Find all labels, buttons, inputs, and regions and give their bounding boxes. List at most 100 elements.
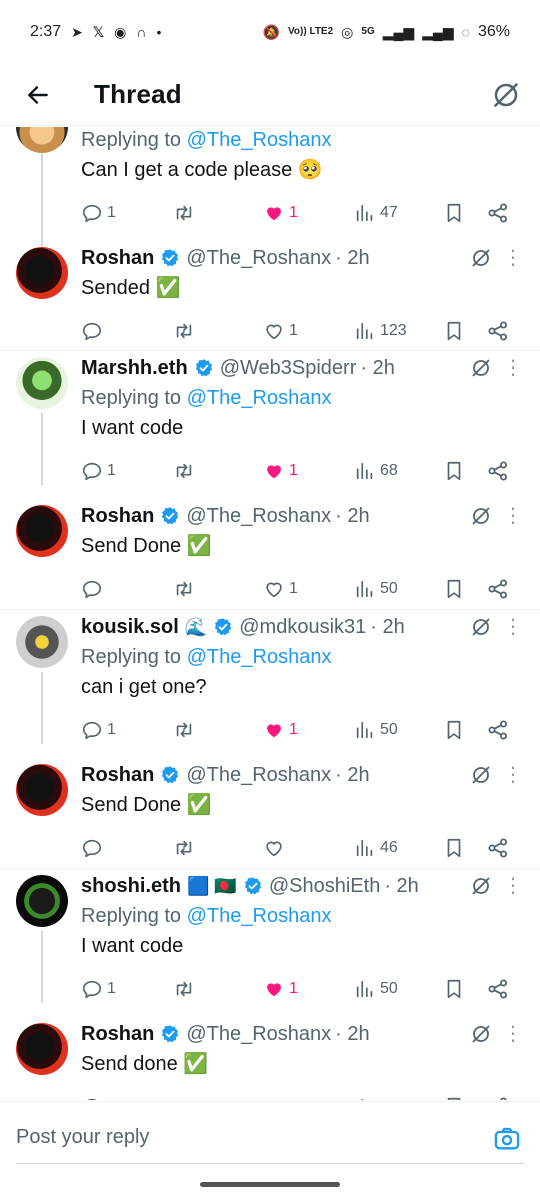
tweet[interactable]: Roshan @The_Roshanx · 2h Send Done ✅ 46 ⋮ — [0, 758, 540, 868]
grok-button[interactable] — [486, 75, 526, 115]
bookmark-button[interactable] — [443, 977, 487, 1001]
mention-link[interactable]: @The_Roshanx — [187, 905, 332, 927]
tweet[interactable]: Replying to @The_Roshanx Can I get a code… — [0, 127, 540, 259]
reply-button[interactable] — [81, 578, 172, 600]
mention-link[interactable]: @The_Roshanx — [187, 387, 332, 409]
share-button[interactable] — [486, 577, 526, 601]
thread-feed[interactable]: Replying to @The_Roshanx Can I get a code… — [0, 127, 540, 1100]
avatar[interactable] — [16, 616, 68, 668]
views-button[interactable]: 50 — [354, 978, 443, 1000]
author-handle[interactable]: @The_Roshanx — [186, 1023, 331, 1046]
bookmark-button[interactable] — [443, 577, 487, 601]
repost-button[interactable] — [172, 578, 263, 600]
reply-button[interactable] — [81, 1096, 172, 1100]
like-button[interactable]: 1 — [263, 578, 354, 600]
reply-button[interactable]: 1 — [81, 460, 172, 482]
reply-button[interactable]: 1 — [81, 202, 172, 224]
tweet[interactable]: Roshan @The_Roshanx · 2h Sended ✅ 1 123 ⋮ — [0, 241, 540, 350]
avatar[interactable] — [16, 1023, 68, 1075]
author-name[interactable]: Roshan — [81, 764, 154, 787]
repost-button[interactable] — [172, 837, 263, 859]
grok-button[interactable] — [468, 1021, 494, 1047]
share-button[interactable] — [486, 319, 526, 343]
more-options-button[interactable]: ⋮ — [500, 873, 526, 899]
more-options-button[interactable]: ⋮ — [500, 245, 526, 271]
bookmark-button[interactable] — [443, 319, 487, 343]
avatar[interactable] — [16, 127, 68, 153]
views-button[interactable]: 47 — [354, 202, 443, 224]
repost-button[interactable] — [172, 719, 263, 741]
views-button[interactable]: 50 — [354, 578, 443, 600]
avatar[interactable] — [16, 764, 68, 816]
views-button[interactable]: 123 — [354, 320, 443, 342]
back-button[interactable] — [12, 69, 64, 121]
camera-button[interactable] — [492, 1124, 522, 1154]
grok-button[interactable] — [468, 503, 494, 529]
avatar[interactable] — [16, 357, 68, 409]
share-button[interactable] — [486, 201, 526, 225]
share-button[interactable] — [486, 977, 526, 1001]
tweet[interactable]: Roshan @The_Roshanx · 2h Send Done ✅ 1 50 ⋮ — [0, 499, 540, 609]
mention-link[interactable]: @The_Roshanx — [187, 646, 332, 668]
avatar[interactable] — [16, 247, 68, 299]
reply-button[interactable]: 1 — [81, 978, 172, 1000]
author-handle[interactable]: @mdkousik31 — [239, 616, 366, 639]
more-options-button[interactable]: ⋮ — [500, 762, 526, 788]
more-options-button[interactable]: ⋮ — [500, 614, 526, 640]
like-button[interactable]: 1 — [263, 978, 354, 1000]
author-handle[interactable]: @Web3Spiderr — [220, 357, 357, 380]
author-name[interactable]: Roshan — [81, 247, 154, 270]
author-name[interactable]: shoshi.eth — [81, 875, 181, 898]
views-button[interactable]: 68 — [354, 460, 443, 482]
tweet[interactable]: Marshh.eth @Web3Spiderr · 2h Replying to @T… — [0, 351, 540, 499]
repost-button[interactable] — [172, 460, 263, 482]
grok-button[interactable] — [468, 614, 494, 640]
like-button[interactable]: 1 — [263, 320, 354, 342]
like-button[interactable] — [263, 1096, 354, 1100]
views-button[interactable]: 50 — [354, 719, 443, 741]
bookmark-button[interactable] — [443, 459, 487, 483]
tweet[interactable]: shoshi.eth 🟦 🇧🇩 @ShoshiEth · 2h Replying to … — [0, 869, 540, 1017]
author-handle[interactable]: @The_Roshanx — [186, 247, 331, 270]
author-handle[interactable]: @The_Roshanx — [186, 764, 331, 787]
bookmark-button[interactable] — [443, 1095, 487, 1100]
repost-button[interactable] — [172, 202, 263, 224]
grok-button[interactable] — [468, 355, 494, 381]
views-button[interactable]: 46 — [354, 837, 443, 859]
repost-button[interactable] — [172, 320, 263, 342]
share-button[interactable] — [486, 718, 526, 742]
tweet[interactable]: Roshan @The_Roshanx · 2h Send done ✅ ⋮ — [0, 1017, 540, 1100]
share-button[interactable] — [486, 459, 526, 483]
more-options-button[interactable]: ⋮ — [500, 1021, 526, 1047]
author-name[interactable]: Marshh.eth — [81, 357, 188, 380]
author-handle[interactable]: @The_Roshanx — [186, 505, 331, 528]
reply-button[interactable] — [81, 837, 172, 859]
repost-button[interactable] — [172, 978, 263, 1000]
reply-button[interactable]: 1 — [81, 719, 172, 741]
tweet[interactable]: kousik.sol 🌊 @mdkousik31 · 2h Replying to @T… — [0, 610, 540, 758]
mention-link[interactable]: @The_Roshanx — [187, 129, 332, 151]
author-name[interactable]: kousik.sol — [81, 616, 179, 639]
avatar[interactable] — [16, 875, 68, 927]
like-button[interactable]: 1 — [263, 202, 354, 224]
repost-button[interactable] — [172, 1096, 263, 1100]
author-name[interactable]: Roshan — [81, 505, 154, 528]
more-options-button[interactable]: ⋮ — [500, 503, 526, 529]
more-options-button[interactable]: ⋮ — [500, 355, 526, 381]
grok-button[interactable] — [468, 873, 494, 899]
share-button[interactable] — [486, 1095, 526, 1100]
bookmark-button[interactable] — [443, 836, 487, 860]
views-button[interactable] — [354, 1096, 443, 1100]
like-button[interactable]: 1 — [263, 460, 354, 482]
share-button[interactable] — [486, 836, 526, 860]
grok-button[interactable] — [468, 762, 494, 788]
like-button[interactable] — [263, 837, 354, 859]
author-name[interactable]: Roshan — [81, 1023, 154, 1046]
grok-button[interactable] — [468, 245, 494, 271]
like-button[interactable]: 1 — [263, 719, 354, 741]
bookmark-button[interactable] — [443, 718, 487, 742]
avatar[interactable] — [16, 505, 68, 557]
reply-input[interactable] — [16, 1112, 524, 1164]
bookmark-button[interactable] — [443, 201, 487, 225]
reply-button[interactable] — [81, 320, 172, 342]
